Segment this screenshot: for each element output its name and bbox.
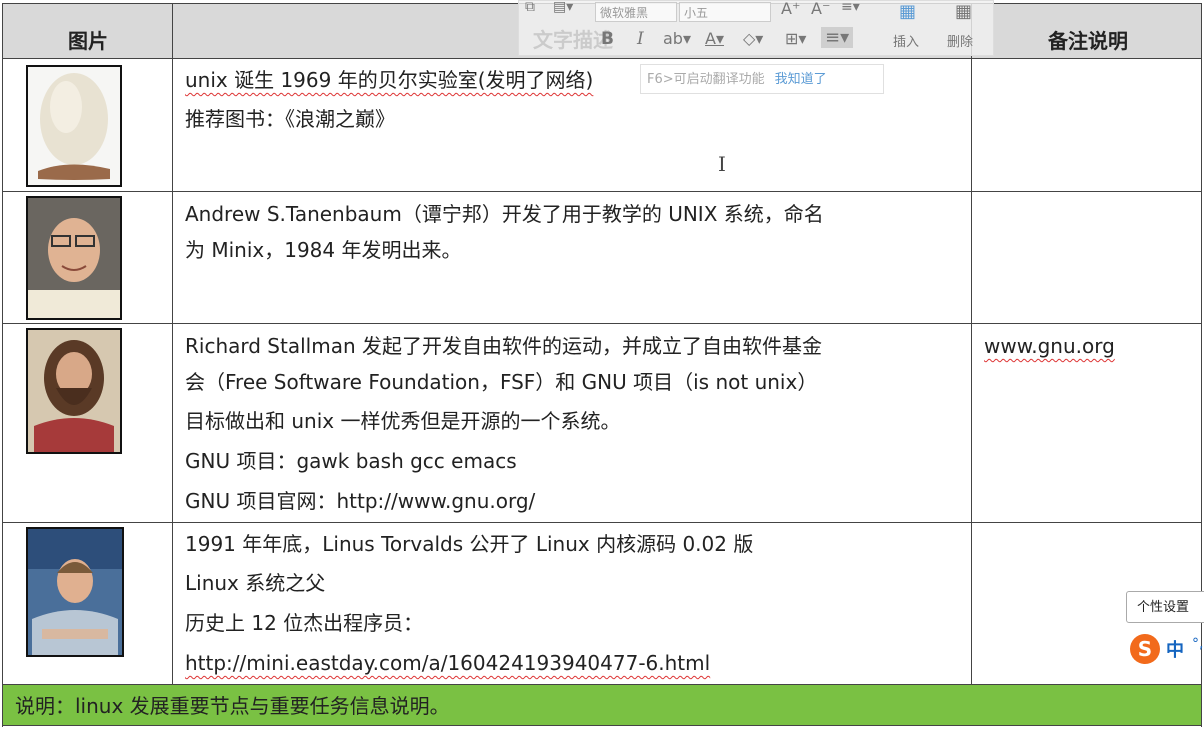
grid-line	[2, 323, 1202, 324]
row4-line1: 1991 年年底，Linus Torvalds 公开了 Linux 内核源码 0…	[185, 532, 754, 556]
align-icon[interactable]: ≡▾	[821, 27, 854, 48]
paste-icon[interactable]: ▤▾	[553, 0, 573, 15]
row3-line3: 目标做出和 unix 一样优秀但是开源的一个系统。	[185, 409, 621, 433]
insert-button[interactable]: 插入	[893, 31, 919, 50]
grid-line	[172, 3, 173, 684]
copy-icon[interactable]: ⧉	[525, 0, 535, 15]
row3-line1: Richard Stallman 发起了开发自由软件的运动，并成立了自由软件基金	[185, 334, 822, 358]
delete-table-icon[interactable]: ▦	[955, 1, 972, 22]
footer-note: 说明：linux 发展重要节点与重要任务信息说明。	[2, 684, 1202, 726]
row3-note: www.gnu.org	[984, 334, 1115, 358]
grid-line	[2, 522, 1202, 523]
row4-line2: Linux 系统之父	[185, 571, 326, 595]
shrink-font-icon[interactable]: A⁻	[811, 0, 830, 18]
text-cursor-icon: I	[718, 152, 726, 176]
font-size-select[interactable]: 小五	[679, 2, 771, 22]
document-table: 图片 文字描述 备注说明 unix 诞生 1969 年的贝尔实验室(发明了网络)…	[2, 3, 1202, 727]
sogou-logo-icon[interactable]: S	[1130, 634, 1160, 664]
row3-line2: 会（Free Software Foundation，FSF）和 GNU 项目（…	[185, 370, 818, 394]
row4-line4[interactable]: http://mini.eastday.com/a/16042419394047…	[185, 644, 710, 683]
line-spacing-icon[interactable]: ≡▾	[841, 0, 860, 15]
grid-line	[2, 191, 1202, 192]
punctuation-icon[interactable]: °,	[1192, 636, 1203, 652]
font-color-icon[interactable]: A▾	[705, 29, 724, 48]
row2-line1: Andrew S.Tanenbaum（谭宁邦）开发了用于教学的 UNIX 系统，…	[185, 202, 824, 226]
row3-line5: GNU 项目官网：http://www.gnu.org/	[185, 489, 536, 513]
grow-font-icon[interactable]: A⁺	[781, 0, 800, 18]
border-icon[interactable]: ⊞▾	[785, 29, 806, 48]
torvalds-photo	[26, 527, 124, 657]
translate-tip: F6>可启动翻译功能 我知道了	[640, 64, 884, 94]
egg-photo	[26, 65, 122, 187]
grid-line	[2, 3, 3, 727]
ime-tooltip: 个性设置	[1126, 591, 1204, 623]
header-note: 备注说明	[1048, 29, 1128, 53]
stallman-photo	[26, 328, 122, 454]
row2-line2: 为 Minix，1984 年发明出来。	[185, 238, 462, 262]
delete-button[interactable]: 删除	[947, 31, 973, 50]
italic-icon[interactable]: I	[637, 29, 644, 49]
highlight-icon[interactable]: ab▾	[663, 29, 691, 48]
row4-line3: 历史上 12 位杰出程序员：	[185, 611, 424, 635]
ime-status-bar[interactable]: S 中 °,	[1126, 632, 1204, 666]
row1-line2: 推荐图书：《浪潮之巅》	[185, 107, 395, 131]
translate-tip-text: F6>可启动翻译功能	[647, 72, 765, 87]
floating-toolbar: ⧉ ▤▾ 微软雅黑 小五 A⁺ A⁻ ≡▾ B I ab▾ A▾ ◇▾ ⊞▾ ≡…	[518, 0, 994, 56]
insert-table-icon[interactable]: ▦	[899, 1, 916, 22]
header-image: 图片	[68, 29, 108, 53]
translate-tip-dismiss[interactable]: 我知道了	[775, 72, 827, 87]
font-name-select[interactable]: 微软雅黑	[595, 2, 677, 22]
grid-line	[971, 3, 972, 684]
bold-icon[interactable]: B	[601, 29, 614, 49]
row1-line1: unix 诞生 1969 年的贝尔实验室(发明了网络)	[185, 68, 594, 92]
row3-line4: GNU 项目：gawk bash gcc emacs	[185, 449, 517, 473]
shading-icon[interactable]: ◇▾	[743, 29, 763, 48]
tanenbaum-photo	[26, 196, 122, 320]
ime-mode[interactable]: 中	[1166, 636, 1184, 662]
